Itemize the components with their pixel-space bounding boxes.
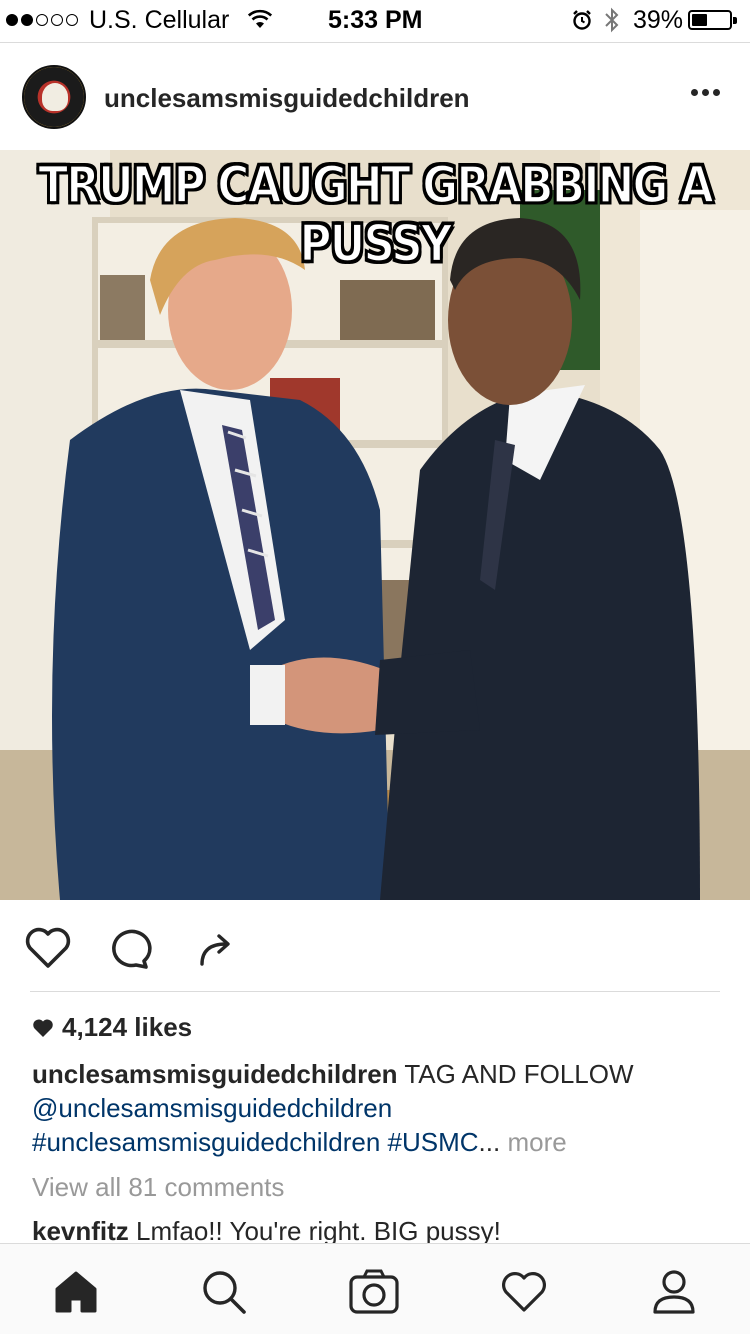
clock: 5:33 PM xyxy=(328,6,423,34)
search-icon xyxy=(203,1271,246,1314)
post-username[interactable]: unclesamsmisguidedchildren xyxy=(104,83,470,114)
avatar[interactable] xyxy=(22,65,86,129)
caption-mention[interactable]: @unclesamsmisguidedchildren xyxy=(32,1093,392,1123)
view-all-comments[interactable]: View all 81 comments xyxy=(32,1172,284,1203)
alarm-icon xyxy=(573,10,591,30)
wifi-icon xyxy=(247,9,273,28)
divider xyxy=(30,991,720,992)
signal-strength-icon xyxy=(6,14,78,26)
caption-text: TAG AND FOLLOW xyxy=(397,1059,634,1089)
comment: kevnfitz Lmfao!! You're right. BIG pussy… xyxy=(32,1216,501,1244)
tab-home[interactable] xyxy=(46,1264,106,1320)
battery-percentage: 39% xyxy=(633,6,684,34)
tab-bar xyxy=(0,1243,750,1334)
profile-icon xyxy=(653,1270,695,1314)
caption-username[interactable]: unclesamsmisguidedchildren xyxy=(32,1059,398,1089)
likes-count[interactable]: 4,124 likes xyxy=(32,1012,192,1043)
caption-ellipsis: ... xyxy=(478,1127,508,1157)
post-image[interactable]: TRUMP CAUGHT GRABBING A PUSSY xyxy=(0,150,750,900)
battery-icon xyxy=(688,10,737,30)
post-caption: unclesamsmisguidedchildren TAG AND FOLLO… xyxy=(32,1057,722,1159)
comment-text: Lmfao!! You're right. BIG pussy! xyxy=(128,1216,501,1244)
bluetooth-icon xyxy=(605,7,619,33)
post-actions xyxy=(0,900,750,992)
tab-activity[interactable] xyxy=(494,1264,554,1320)
like-button[interactable] xyxy=(22,924,74,972)
home-icon xyxy=(55,1271,97,1313)
carrier-name: U.S. Cellular xyxy=(89,6,230,34)
likes-label: 4,124 likes xyxy=(62,1012,193,1042)
share-arrow-icon xyxy=(200,934,230,966)
heart-outline-icon xyxy=(25,927,71,968)
heart-outline-icon xyxy=(502,1272,546,1312)
more-dots-icon[interactable] xyxy=(691,89,720,96)
heart-filled-icon xyxy=(33,1018,53,1037)
comment-username[interactable]: kevnfitz xyxy=(32,1216,129,1244)
caption-hashtag[interactable]: #USMC xyxy=(388,1127,479,1157)
caption-hashtag[interactable]: #unclesamsmisguidedchildren xyxy=(32,1127,380,1157)
tab-search[interactable] xyxy=(194,1264,254,1320)
skull-icon xyxy=(42,83,68,111)
tab-profile[interactable] xyxy=(644,1264,704,1320)
share-button[interactable] xyxy=(190,924,242,972)
status-bar: U.S. Cellular 5:33 PM 39% xyxy=(0,0,750,40)
tab-camera[interactable] xyxy=(344,1264,404,1320)
speech-bubble-icon xyxy=(112,929,152,969)
camera-icon xyxy=(349,1269,399,1314)
more-link[interactable]: more xyxy=(507,1127,566,1157)
meme-caption: TRUMP CAUGHT GRABBING A PUSSY xyxy=(37,155,715,275)
post-header: unclesamsmisguidedchildren xyxy=(0,42,750,150)
comment-button[interactable] xyxy=(104,924,156,972)
